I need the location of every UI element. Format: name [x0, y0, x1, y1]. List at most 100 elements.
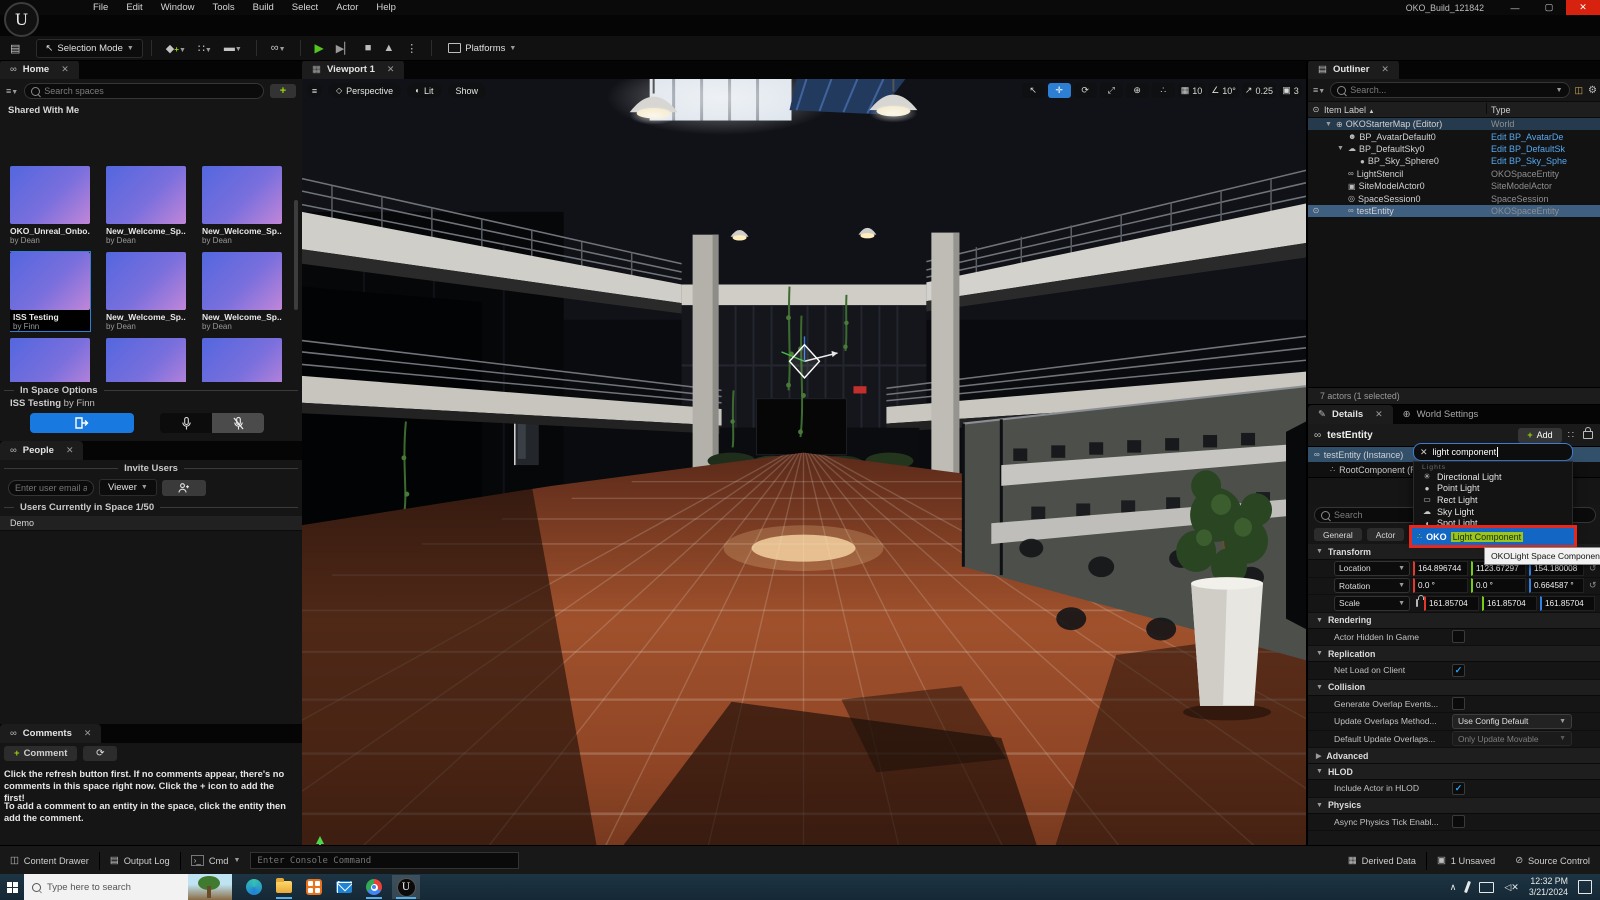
taskbar-edge-icon[interactable] — [242, 875, 266, 899]
section-collision[interactable]: ▼Collision — [1308, 680, 1600, 696]
filter-icon[interactable]: ≡▼ — [6, 86, 18, 96]
tab-viewport-1[interactable]: ▦ Viewport 1✕ — [302, 60, 404, 79]
skip-button[interactable]: ▶▏ — [330, 42, 359, 55]
add-actor-icon[interactable]: ◆+▼ — [160, 42, 192, 55]
maximize-button[interactable]: ▢ — [1532, 0, 1566, 15]
output-log-button[interactable]: ▤ Output Log — [100, 846, 180, 875]
tray-notifications-icon[interactable] — [1578, 880, 1592, 894]
transform-rotation-x[interactable]: 0.0 ° — [1413, 578, 1468, 593]
outliner-row-sitemodelactor0[interactable]: ▣SiteModelActor0SiteModelActor — [1308, 180, 1600, 192]
source-control-button[interactable]: ⊘ Source Control — [1505, 846, 1600, 875]
section-advanced[interactable]: ▶Advanced — [1308, 748, 1600, 764]
dropdown-item-rect-light[interactable]: ▭Rect Light — [1414, 494, 1572, 506]
scale-lock-icon[interactable] — [1416, 599, 1418, 607]
console-command-input[interactable] — [250, 852, 519, 869]
tab-comments[interactable]: ∞ Comments✕ — [0, 724, 101, 743]
surface-snap-toggle[interactable]: ∴ — [1152, 83, 1175, 98]
checkbox[interactable] — [1452, 815, 1465, 828]
save-icon[interactable]: ▤ — [4, 42, 26, 55]
menu-window[interactable]: Window — [154, 1, 202, 14]
tray-chevron-icon[interactable]: ∧ — [1450, 882, 1457, 893]
tray-clock[interactable]: 12:32 PM3/21/2024 — [1529, 876, 1568, 897]
scale-tool[interactable]: ⤢ — [1100, 83, 1123, 98]
menu-actor[interactable]: Actor — [329, 1, 365, 14]
outliner-type[interactable]: Edit BP_DefaultSk — [1491, 144, 1565, 154]
selection-mode-dropdown[interactable]: ↖ Selection Mode▼ — [36, 39, 142, 58]
close-icon[interactable]: ✕ — [1375, 409, 1383, 420]
dropdown-item-point-light[interactable]: ●Point Light — [1414, 483, 1572, 495]
content-drawer-button[interactable]: ◫ Content Drawer — [0, 846, 99, 875]
dropdown-item-sky-light[interactable]: ☁Sky Light — [1414, 506, 1572, 518]
cmd-dropdown[interactable]: ›_ Cmd▼ — [181, 846, 251, 875]
start-button[interactable] — [0, 875, 24, 899]
role-dropdown[interactable]: Viewer▼ — [99, 479, 157, 496]
eject-button[interactable]: ▲ — [377, 42, 400, 54]
transform-rotation-y[interactable]: 0.0 ° — [1471, 578, 1526, 593]
outliner-folder-icon[interactable]: ◫ — [1575, 85, 1584, 96]
play-button[interactable]: ▶ — [309, 41, 330, 55]
scale-snap-toggle[interactable]: ↗ 0.25 — [1242, 83, 1276, 98]
transform-scale-x[interactable]: 161.85704 — [1424, 596, 1479, 611]
mic-on-button[interactable] — [160, 413, 212, 433]
blueprints-icon[interactable]: ∷▼ — [192, 42, 218, 55]
space-card[interactable] — [10, 338, 90, 382]
taskbar-chrome-icon[interactable] — [362, 875, 386, 899]
mic-mute-button[interactable] — [212, 413, 264, 433]
outliner-type[interactable]: Edit BP_Sky_Sphe — [1491, 156, 1567, 166]
section-hlod[interactable]: ▼HLOD — [1308, 764, 1600, 780]
lock-icon[interactable] — [1583, 431, 1593, 439]
transform-rotation-z[interactable]: 0.664587 ° — [1529, 578, 1584, 593]
outliner-filter-icon[interactable]: ≡▼ — [1313, 85, 1325, 95]
taskbar-file-explorer-icon[interactable] — [272, 875, 296, 899]
close-icon[interactable]: ✕ — [1381, 64, 1389, 75]
outliner-row-spacesession0[interactable]: ◎SpaceSession0SpaceSession — [1308, 192, 1600, 204]
transform-scale-z[interactable]: 161.85704 — [1540, 596, 1595, 611]
leave-space-button[interactable] — [30, 413, 134, 433]
clear-search-icon[interactable]: ✕ — [1420, 447, 1428, 458]
viewport-3d-scene[interactable] — [302, 79, 1306, 874]
stop-button[interactable]: ■ — [359, 42, 378, 54]
outliner-row-bp-defaultsky0[interactable]: ▼☁BP_DefaultSky0Edit BP_DefaultSk — [1308, 143, 1600, 155]
transform-label-dropdown[interactable]: Scale▼ — [1334, 596, 1410, 611]
value-dropdown[interactable]: Use Config Default▼ — [1452, 714, 1572, 729]
grid-snap-toggle[interactable]: ▦ 10 — [1178, 83, 1206, 98]
space-card[interactable]: New_Welcome_Sp...by Dean — [106, 252, 186, 331]
menu-tools[interactable]: Tools — [205, 1, 241, 14]
menu-file[interactable]: File — [86, 1, 115, 14]
taskbar-unreal-icon[interactable]: U — [392, 875, 420, 899]
close-icon[interactable]: ✕ — [66, 445, 74, 456]
search-spaces-input[interactable]: Search spaces — [24, 83, 264, 99]
item-label-column-header[interactable]: Item Label ▲ — [1324, 105, 1375, 115]
dropdown-item-directional-light[interactable]: ✳Directional Light — [1414, 471, 1572, 483]
play-options-kebab[interactable]: ⋮ — [400, 42, 423, 55]
outliner-settings-icon[interactable]: ⚙ — [1588, 85, 1597, 96]
add-comment-button[interactable]: +Comment — [4, 746, 77, 761]
outliner-type[interactable]: Edit BP_AvatarDe — [1491, 132, 1563, 142]
select-tool[interactable]: ↖ — [1022, 83, 1045, 98]
transform-scale-y[interactable]: 161.85704 — [1482, 596, 1537, 611]
details-filter-actor[interactable]: Actor — [1367, 528, 1405, 541]
menu-edit[interactable]: Edit — [119, 1, 149, 14]
oko-link-icon[interactable]: ∞▼ — [265, 42, 292, 54]
section-physics[interactable]: ▼Physics — [1308, 798, 1600, 814]
add-space-button[interactable]: + — [270, 84, 296, 98]
tab-home[interactable]: ∞ Home✕ — [0, 60, 79, 79]
value-dropdown[interactable]: Only Update Movable▼ — [1452, 731, 1572, 746]
show-flags-dropdown[interactable]: Show — [448, 83, 487, 98]
space-card[interactable]: New_Welcome_Sp...by Dean — [202, 252, 282, 331]
close-icon[interactable]: ✕ — [61, 64, 69, 75]
close-icon[interactable]: ✕ — [84, 728, 92, 739]
outliner-search-input[interactable]: Search...▼ — [1330, 82, 1569, 98]
unsaved-button[interactable]: ▣ 1 Unsaved — [1427, 846, 1505, 875]
transform-label-dropdown[interactable]: Location▼ — [1334, 561, 1410, 576]
section-rendering[interactable]: ▼Rendering — [1308, 613, 1600, 629]
close-button[interactable]: ✕ — [1566, 0, 1600, 15]
checkbox[interactable] — [1452, 630, 1465, 643]
menu-help[interactable]: Help — [369, 1, 403, 14]
section-replication[interactable]: ▼Replication — [1308, 646, 1600, 662]
menu-select[interactable]: Select — [285, 1, 325, 14]
tray-pen-icon[interactable] — [1464, 881, 1471, 893]
rotation-snap-toggle[interactable]: ∠ 10° — [1208, 83, 1239, 98]
checkbox[interactable] — [1452, 697, 1465, 710]
add-component-button[interactable]: +Add — [1518, 428, 1561, 443]
